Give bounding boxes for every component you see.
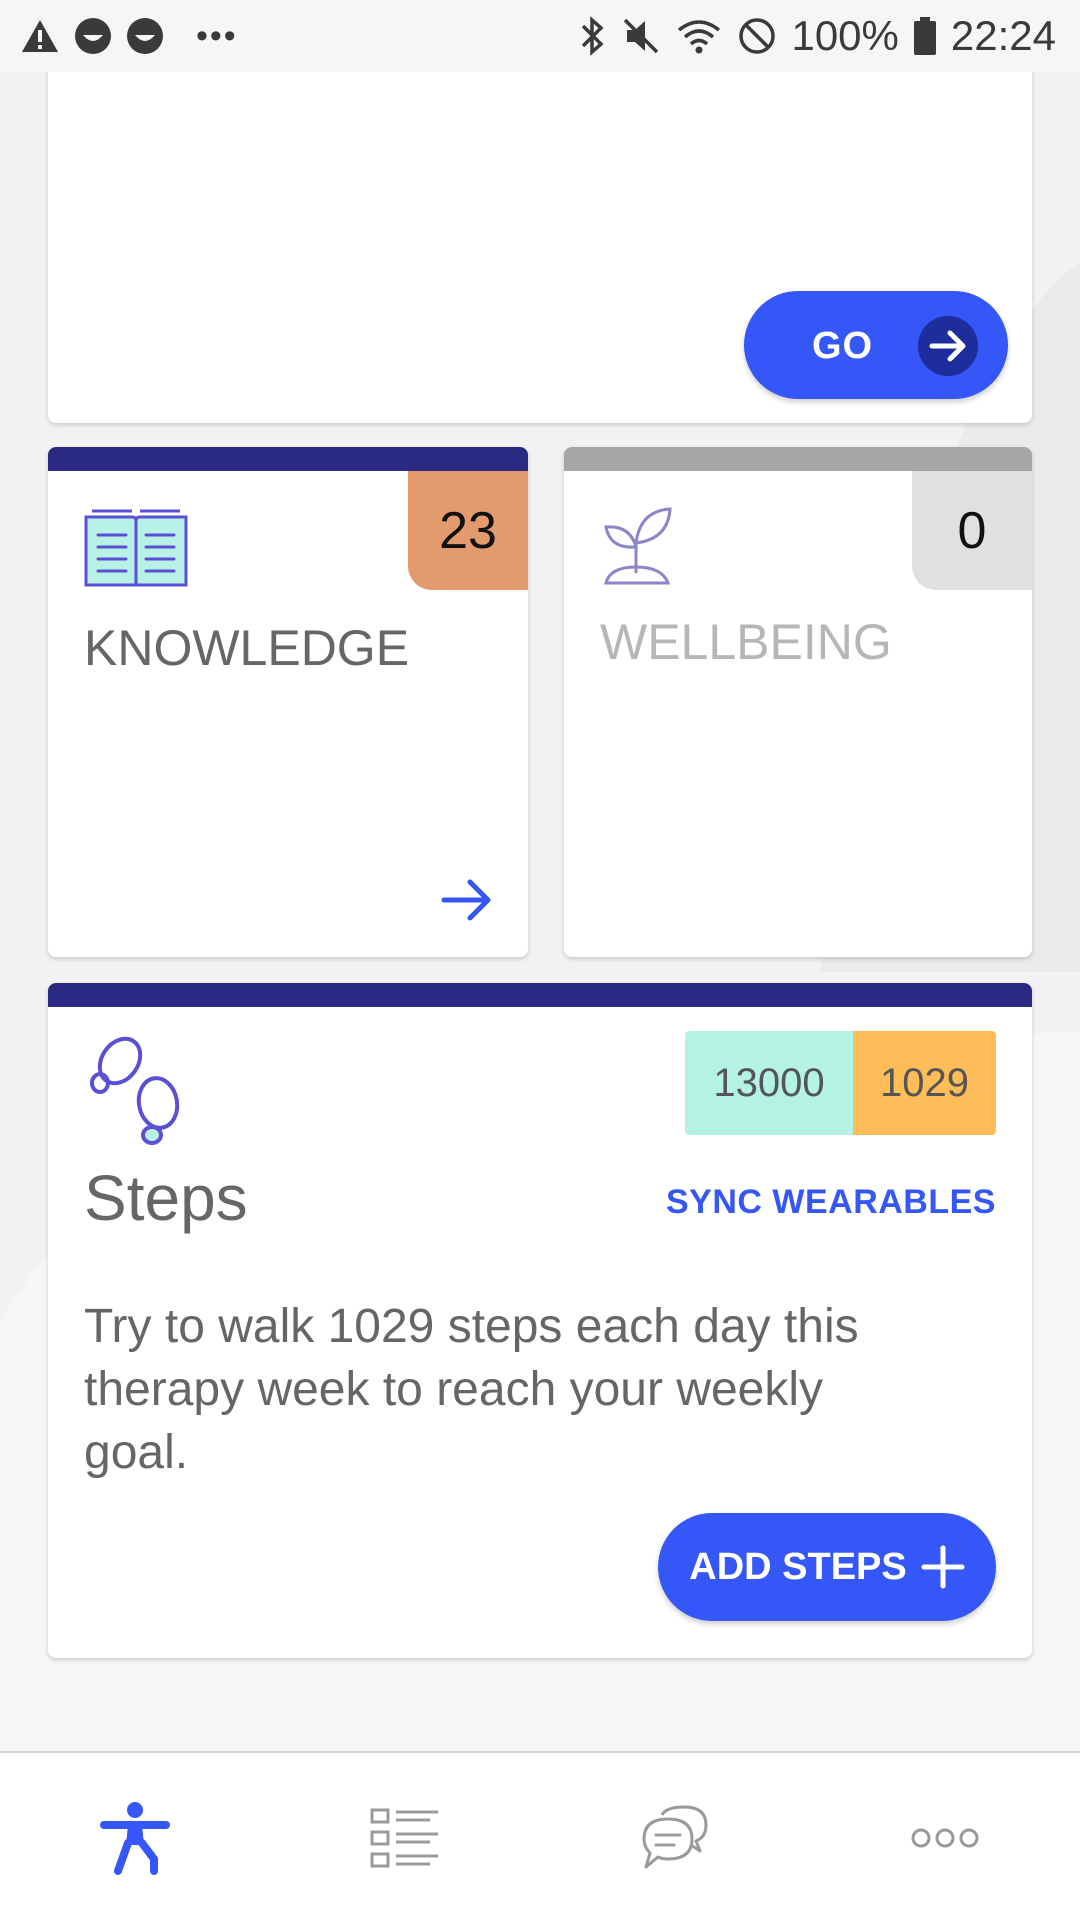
knowledge-title: KNOWLEDGE (84, 620, 410, 676)
wellbeing-tile[interactable]: 0 WELLBEING (564, 447, 1032, 957)
bottom-navigation (0, 1751, 1080, 1922)
more-notifications-icon: ••• (196, 16, 238, 55)
steps-accent-bar (48, 983, 1032, 1007)
chat-icon (642, 1805, 708, 1868)
add-steps-label: ADD STEPS (689, 1545, 907, 1588)
warning-icon (22, 20, 58, 52)
steps-goal-box: 13000 1029 (685, 1031, 996, 1135)
face-icon (75, 18, 111, 54)
add-steps-button[interactable]: ADD STEPS (658, 1513, 996, 1621)
go-button-label: GO (812, 325, 874, 367)
battery-percent: 100% (791, 12, 899, 59)
face-icon (127, 18, 163, 54)
steps-title: Steps (84, 1162, 248, 1234)
go-button[interactable]: GO (744, 291, 1008, 399)
status-bar: ••• 100% 22:24 (0, 0, 1080, 72)
knowledge-tile[interactable]: 23 KNOWLEDGE (48, 447, 528, 957)
arrow-right-icon (918, 316, 978, 376)
weekly-goal-value: 13000 (685, 1031, 853, 1135)
list-icon (370, 1808, 438, 1867)
wellbeing-title: WELLBEING (600, 614, 892, 670)
wifi-icon (678, 20, 721, 54)
bluetooth-icon (582, 16, 605, 56)
plant-icon (604, 507, 672, 585)
wellbeing-accent-bar (564, 447, 1032, 471)
steps-card: 13000 1029 Steps SYNC WEARABLES Try to w… (48, 983, 1032, 1658)
nav-activity[interactable] (55, 1778, 215, 1898)
status-left: ••• (20, 17, 238, 56)
sync-wearables-button[interactable]: SYNC WEARABLES (666, 1183, 996, 1222)
footprints-icon (90, 1036, 180, 1145)
wellbeing-count-badge: 0 (912, 471, 1032, 590)
more-icon (911, 1828, 979, 1847)
dnd-icon (739, 18, 776, 54)
nav-list[interactable] (325, 1778, 485, 1898)
book-icon (84, 509, 188, 587)
plus-icon (921, 1545, 965, 1589)
battery-icon (913, 17, 936, 55)
steps-description: Try to walk 1029 steps each day this the… (84, 1300, 859, 1479)
arrow-right-icon[interactable] (440, 875, 494, 925)
nav-more[interactable] (865, 1778, 1025, 1898)
activity-card: GO (48, 40, 1032, 423)
nav-chat[interactable] (595, 1778, 755, 1898)
activity-icon (100, 1801, 170, 1875)
daily-goal-value: 1029 (853, 1031, 996, 1135)
knowledge-count-badge: 23 (408, 471, 528, 590)
clock: 22:24 (950, 12, 1056, 59)
mute-icon (624, 18, 659, 54)
status-right: 100% 22:24 (577, 12, 1056, 60)
knowledge-accent-bar (48, 447, 528, 471)
